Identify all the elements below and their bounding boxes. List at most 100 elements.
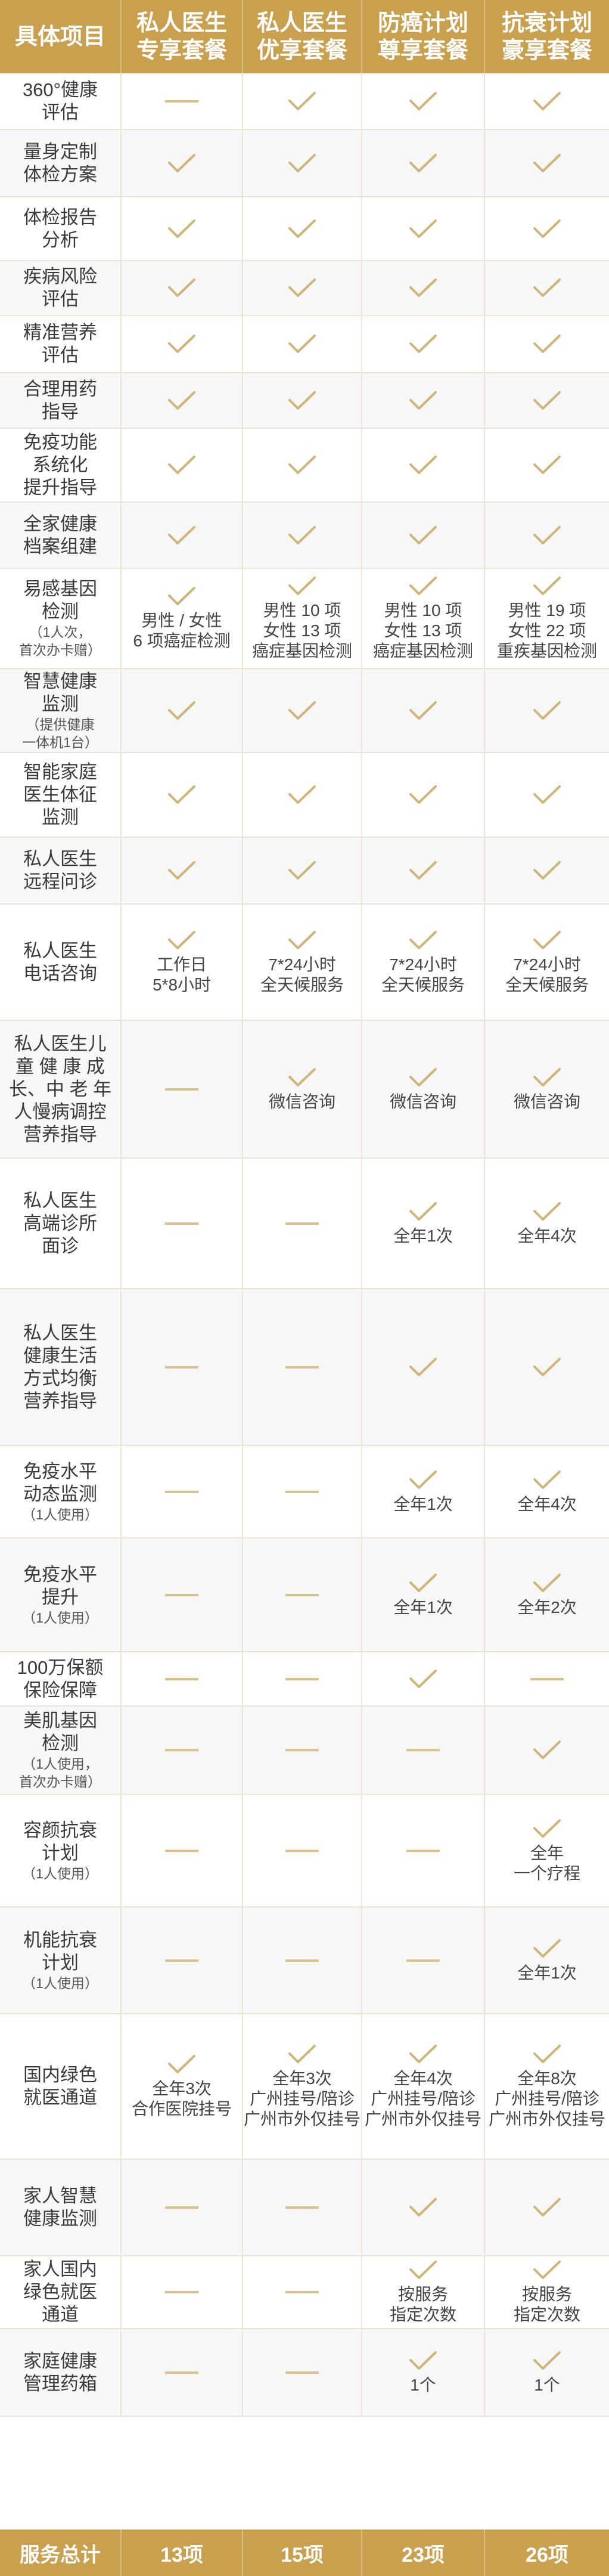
- dash-icon: [285, 1490, 319, 1493]
- row-item-name-line: 评估: [42, 101, 79, 123]
- row-item-name-line: 私人医生: [23, 1190, 97, 1211]
- row-item-name-line: 电话咨询: [23, 962, 97, 984]
- table-row: 免疫水平 动态监测 （1人使用） 全年1次 全年4次: [0, 1446, 609, 1538]
- cell-detail-line: 男性 10 项: [384, 601, 462, 620]
- row-item-name-line: 保险保障: [23, 1679, 97, 1701]
- header-plan-4-line-2: 豪享套餐: [501, 38, 592, 63]
- check-icon: [409, 1573, 437, 1592]
- table-row: 家人国内 绿色就医 通道 按服务 指定次数 按服务 指定次数: [0, 2256, 609, 2329]
- row-item-name-line: 免疫水平: [23, 1563, 97, 1585]
- check-icon: [288, 91, 316, 110]
- check-icon: [288, 335, 316, 353]
- header-plan-3: 防癌计划 尊享套餐: [362, 0, 485, 73]
- check-icon: [288, 930, 316, 949]
- cell-detail-line: 指定次数: [513, 2305, 580, 2324]
- row-item-name-line: 家人国内: [23, 2259, 97, 2280]
- check-icon: [168, 335, 195, 353]
- row-item-name-line: 远程问诊: [23, 871, 97, 892]
- plan-3-cell: [362, 73, 485, 129]
- row-item-name-line: 健康生活: [23, 1345, 97, 1366]
- check-icon: [409, 785, 437, 804]
- plan-4-cell: [485, 2160, 609, 2255]
- row-item-name-line: 面诊: [42, 1235, 79, 1256]
- check-icon: [288, 1067, 316, 1086]
- footer-total-plan-4: 26项: [485, 2529, 609, 2576]
- cell-detail-line: 合作医院挂号: [131, 2100, 232, 2118]
- plan-2-cell: [243, 2160, 362, 2255]
- check-icon: [409, 2045, 437, 2063]
- plan-1-cell: [122, 1159, 243, 1288]
- plan-2-cell: [243, 373, 362, 428]
- plan-2-cell: [243, 753, 362, 837]
- row-item-name-cell: 量身定制 体检方案: [0, 130, 122, 196]
- check-icon: [168, 785, 195, 804]
- cell-detail-line: 女性 13 项: [384, 621, 462, 640]
- row-item-name-line: 易感基因: [23, 578, 97, 599]
- cell-detail-line: 癌症基因检测: [372, 642, 473, 660]
- cell-detail-line: 全年1次: [393, 1597, 453, 1617]
- check-icon: [533, 2351, 561, 2370]
- plan-2-cell: [243, 2256, 362, 2328]
- check-icon: [409, 1669, 437, 1688]
- cell-detail-line: 全年4次: [517, 1494, 577, 1513]
- check-icon: [533, 701, 561, 720]
- row-item-note-line: （1人使用）: [22, 1506, 98, 1522]
- row-item-name-line: 管理药箱: [23, 2373, 97, 2394]
- row-item-name-line: 提升: [42, 1586, 79, 1608]
- table-row: 私人医生 高端诊所 面诊 全年1次 全年4次: [0, 1159, 609, 1289]
- cell-detail-line: 微信咨询: [268, 1092, 335, 1111]
- check-icon: [288, 278, 316, 297]
- plan-1-cell: [122, 2256, 243, 2328]
- table-row: 国内绿色 就医通道 全年3次 合作医院挂号 全年3次 广州挂号/陪诊 广州市外仅挂号 全年4次…: [0, 2014, 609, 2160]
- cell-detail-line: 工作日: [156, 955, 207, 974]
- row-item-name-cell: 智慧健康 监测 （提供健康 一体机1台）: [0, 669, 122, 752]
- table-row: 家庭健康 管理药箱 1个 1个: [0, 2329, 609, 2417]
- dash-icon: [165, 1490, 198, 1493]
- plan-4-cell: [485, 316, 609, 372]
- plan-4-cell: 全年8次 广州挂号/陪诊 广州市外仅挂号: [485, 2014, 609, 2159]
- check-icon: [288, 525, 316, 544]
- plan-1-cell: [122, 197, 243, 260]
- row-item-note-line: 一体机1台）: [22, 734, 98, 750]
- header-plan-4: 抗衰计划 豪享套餐: [485, 0, 609, 73]
- table-row: 机能抗衰 计划 （1人使用） 全年1次: [0, 1908, 609, 2014]
- row-item-name-cell: 家人国内 绿色就医 通道: [0, 2256, 122, 2328]
- table-header: 具体项目 私人医生 专享套餐 私人医生 优享套餐 防癌计划 尊享套餐 抗衰计划 …: [0, 0, 609, 73]
- dash-icon: [285, 1749, 319, 1751]
- plan-3-cell: 微信咨询: [362, 1021, 485, 1157]
- header-item-label: 具体项目: [14, 24, 105, 49]
- row-item-name-line: 全家健康: [23, 513, 97, 534]
- check-icon: [409, 91, 437, 110]
- row-item-note-line: （1人使用）: [22, 1865, 98, 1881]
- table-row: 360°健康 评估: [0, 73, 609, 130]
- plan-1-cell: [122, 1446, 243, 1537]
- row-item-name-line: 容颜抗衰: [23, 1819, 97, 1841]
- dash-icon: [165, 1677, 198, 1680]
- row-item-note-line: （1人使用，: [22, 1756, 98, 1772]
- row-item-name-line: 私人医生儿: [14, 1033, 107, 1054]
- plan-1-cell: [122, 1795, 243, 1906]
- check-icon: [168, 930, 195, 949]
- row-item-name-line: 监测: [42, 807, 79, 828]
- plan-1-cell: [122, 2160, 243, 2255]
- check-icon: [168, 587, 195, 605]
- row-item-name-line: 100万保额: [17, 1657, 104, 1678]
- check-icon: [168, 456, 195, 474]
- plan-4-cell: 全年4次: [485, 1446, 609, 1537]
- check-icon: [533, 153, 561, 172]
- check-icon: [533, 2261, 561, 2279]
- plan-3-cell: [362, 429, 485, 501]
- plan-1-cell: [122, 1908, 243, 2013]
- row-item-name-line: 家庭健康: [23, 2350, 97, 2371]
- plan-2-cell: 微信咨询: [243, 1021, 362, 1157]
- row-item-name-line: 分析: [42, 229, 79, 250]
- table-row: 私人医生儿童 健 康 成长、中 老 年人慢病调控 营养指导 微信咨询 微信咨询 微信咨询: [0, 1021, 609, 1159]
- cell-detail-line: 全年1次: [517, 1963, 577, 1982]
- dash-icon: [285, 1677, 319, 1680]
- plan-1-cell: [122, 316, 243, 372]
- row-item-name-line: 疾病风险: [23, 266, 97, 287]
- dash-icon: [406, 1849, 440, 1852]
- cell-detail-line: 微信咨询: [513, 1092, 580, 1111]
- cell-detail-line: 5*8小时: [152, 975, 212, 994]
- plan-2-cell: [243, 1795, 362, 1906]
